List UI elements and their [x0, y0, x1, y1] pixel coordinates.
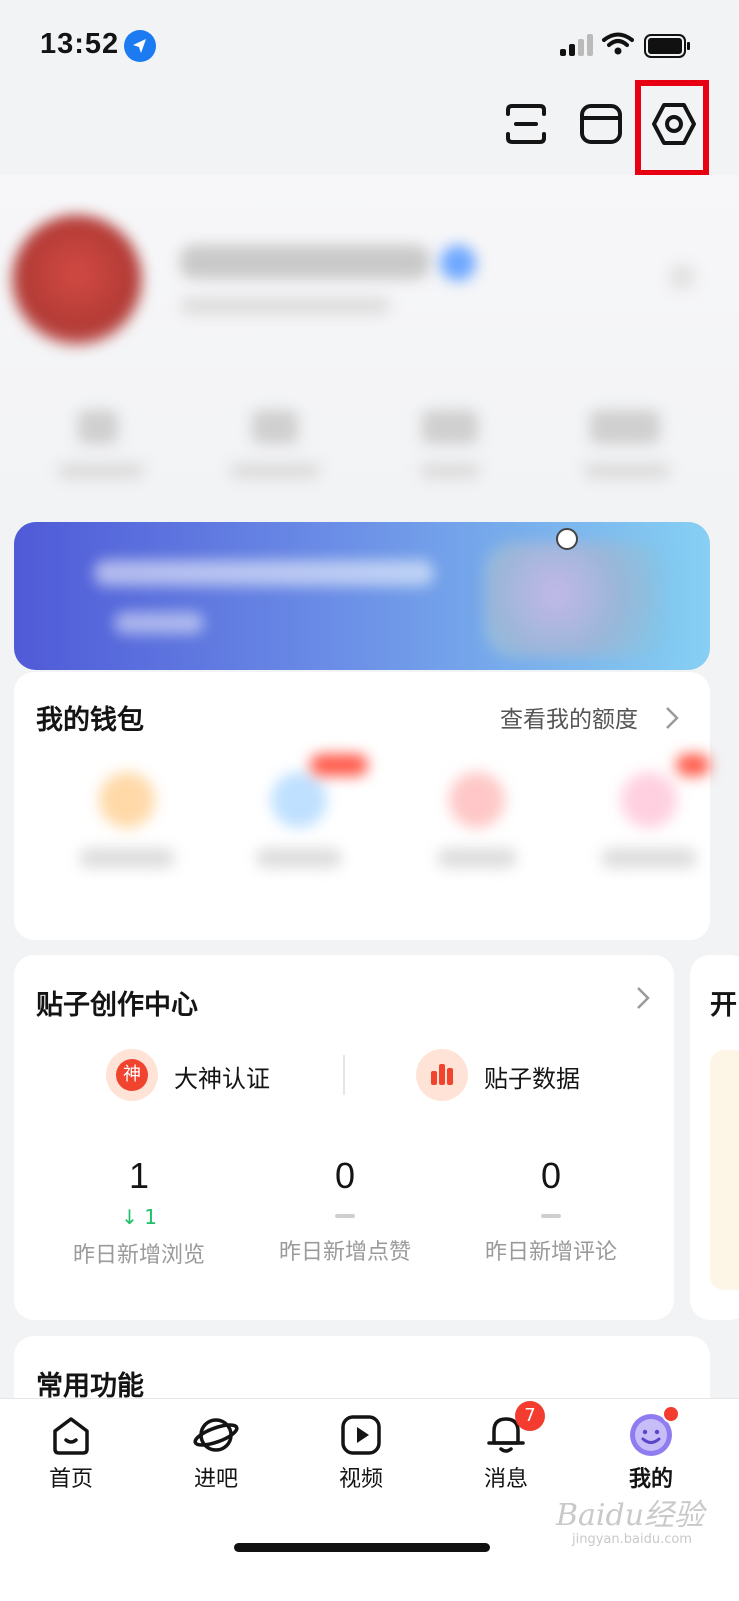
god-certification-label: 大神认证	[174, 1065, 270, 1093]
stat-label-blurred-2	[230, 463, 320, 479]
stat-views[interactable]: 1 ↓ 1 昨日新增浏览	[54, 1155, 224, 1269]
tab-home-label: 首页	[48, 1467, 93, 1492]
profile-sub-blurred	[180, 297, 390, 315]
planet-icon	[193, 1418, 239, 1452]
banner-ad-mark	[556, 528, 578, 550]
stat-blurred-2	[252, 410, 298, 444]
creation-title[interactable]: 贴子创作中心	[36, 983, 198, 1022]
banner-headline-blurred	[94, 560, 434, 586]
battery-icon	[644, 34, 692, 62]
dash-icon	[335, 1214, 355, 1218]
stat-value: 1	[128, 1155, 150, 1196]
chevron-right-icon	[666, 707, 679, 729]
box-icon[interactable]	[577, 100, 625, 148]
baidu-watermark: Baidu经验	[556, 1498, 705, 1533]
wallet-item-2[interactable]	[244, 762, 354, 892]
wallet-badge-2	[676, 754, 710, 776]
banner-image-blurred	[484, 542, 664, 657]
creation-center-card: 贴子创作中心 神 大神认证 贴子数据 1 ↓ 1 昨日新增浏览 0 昨日新增点赞	[14, 955, 674, 1320]
stat-label-blurred-1	[58, 463, 144, 479]
stat-blurred-1	[78, 410, 118, 444]
tab-jinba-label: 进吧	[193, 1467, 238, 1492]
wallet-title: 我的钱包	[36, 705, 144, 736]
peek-title-char: 开	[710, 990, 737, 1021]
stat-blurred-4	[590, 410, 660, 444]
stat-label: 昨日新增浏览	[72, 1243, 205, 1268]
settings-highlight-box	[635, 80, 709, 176]
avatar[interactable]	[12, 215, 142, 345]
banner-button-blurred	[114, 612, 204, 634]
wifi-icon	[602, 32, 634, 60]
god-badge-icon: 神	[106, 1049, 158, 1101]
wallet-item-4[interactable]	[594, 762, 704, 892]
wallet-item-3[interactable]	[422, 762, 532, 892]
stat-label-blurred-4	[584, 463, 670, 479]
stat-delta-value: 1	[144, 1205, 157, 1229]
wallet-item-1[interactable]	[72, 762, 182, 892]
profile-name-blurred	[180, 245, 430, 279]
baidu-watermark-url: jingyan.baidu.com	[572, 1532, 692, 1547]
wallet-badge-1	[310, 754, 368, 776]
home-indicator	[234, 1543, 490, 1552]
wallet-card: 我的钱包 查看我的额度	[14, 672, 710, 940]
arrow-down-icon: ↓	[121, 1205, 138, 1229]
wallet-quota-label: 查看我的额度	[500, 707, 638, 733]
stat-comments[interactable]: 0 昨日新增评论	[466, 1155, 636, 1266]
post-data-label: 贴子数据	[484, 1065, 580, 1093]
stat-likes[interactable]: 0 昨日新增点赞	[260, 1155, 430, 1266]
stat-label: 昨日新增点赞	[278, 1240, 411, 1265]
peek-content	[710, 1050, 739, 1290]
tab-mine-dot	[662, 1405, 680, 1423]
wallet-quota-link[interactable]: 查看我的额度	[500, 700, 681, 734]
stat-value: 0	[334, 1155, 356, 1196]
status-bar: 13:52	[0, 0, 739, 90]
bar-chart-icon	[416, 1049, 468, 1101]
video-icon	[341, 1415, 381, 1455]
stat-value: 0	[540, 1155, 562, 1196]
tab-messages-label: 消息	[483, 1467, 528, 1492]
god-badge-char: 神	[116, 1059, 148, 1091]
dash-icon	[541, 1214, 561, 1218]
cellular-signal-icon	[560, 34, 594, 56]
stat-delta: ↓ 1	[54, 1205, 224, 1229]
profile-arrow	[670, 265, 694, 289]
stat-blurred-3	[422, 410, 478, 444]
tab-video-label: 视频	[338, 1467, 383, 1492]
stat-label-blurred-3	[420, 463, 480, 479]
divider	[343, 1055, 345, 1095]
message-count-badge: 7	[515, 1401, 545, 1431]
home-icon	[53, 1417, 89, 1455]
scan-icon[interactable]	[502, 100, 550, 148]
next-card-peek[interactable]: 开	[690, 955, 739, 1320]
stat-label: 昨日新增评论	[484, 1240, 617, 1265]
tab-mine-label: 我的	[628, 1467, 673, 1492]
promo-banner[interactable]	[14, 522, 710, 670]
status-time: 13:52	[40, 28, 120, 60]
verified-badge	[440, 245, 476, 281]
chevron-right-icon[interactable]	[634, 985, 652, 1011]
location-arrow-icon	[124, 30, 156, 62]
